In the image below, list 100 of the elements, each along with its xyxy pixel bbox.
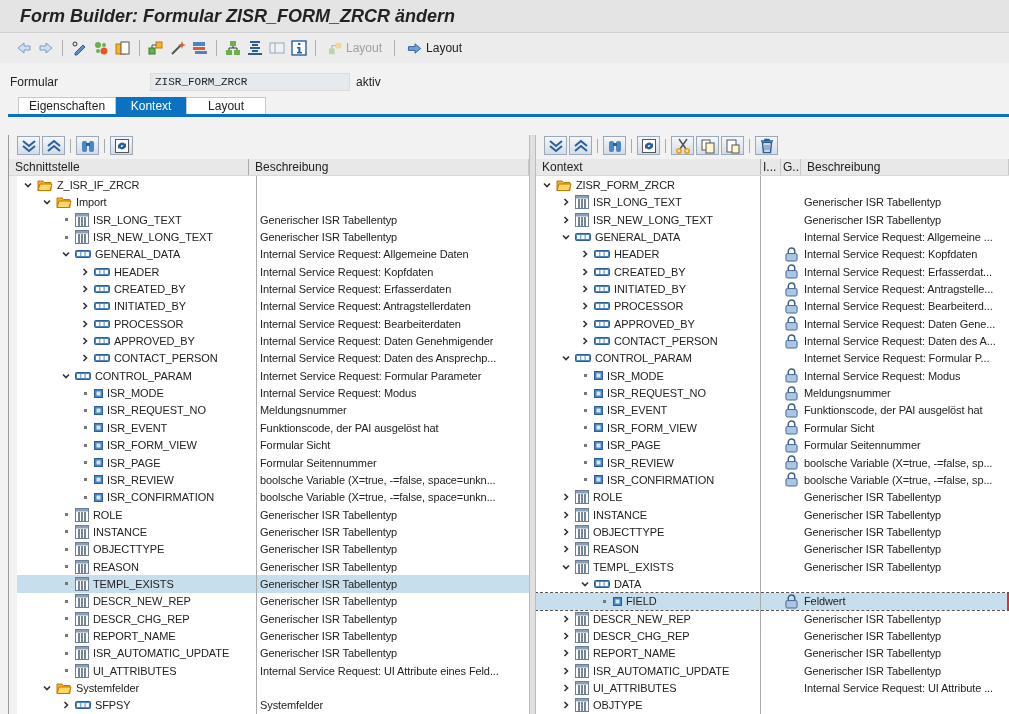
tree-row[interactable]: ISR_REVIEW boolsche Variable (X=true, -=false, space=unkn...: [17, 471, 529, 489]
expand-icon[interactable]: [561, 630, 571, 641]
tree-row[interactable]: DESCR_CHG_REP Generischer ISR Tabellentyp: [536, 627, 1009, 645]
tree-row[interactable]: ISR_CONFIRMATION boolsche Variable (X=true, -=false, space=unkn...: [17, 488, 529, 506]
tree-row[interactable]: ISR_CONFIRMATION boolsche Variable (X=true, -=false, sp...: [536, 471, 1009, 489]
expand-icon[interactable]: [80, 284, 90, 295]
tree-row[interactable]: ROLE Generischer ISR Tabellentyp: [536, 488, 1009, 506]
tree-row[interactable]: INSTANCE Generischer ISR Tabellentyp: [536, 505, 1009, 524]
tree-row[interactable]: PROCESSOR Internal Service Request: Bearbeiterdaten: [17, 315, 529, 333]
tree-row[interactable]: INSTANCE Generischer ISR Tabellentyp: [17, 523, 529, 541]
tree-row[interactable]: UI_ATTRIBUTES Internal Service Request: UI Attribute ...: [536, 679, 1009, 697]
tree-row[interactable]: CREATED_BY Internal Service Request: Erfasserdat...: [536, 263, 1009, 281]
tree-row[interactable]: ZISR_FORM_ZRCR: [536, 176, 1009, 194]
expand-icon[interactable]: [580, 318, 590, 329]
form-icon[interactable]: [192, 40, 208, 56]
activate-icon[interactable]: [93, 40, 109, 56]
tree-row[interactable]: ISR_MODE Internal Service Request: Modus: [536, 367, 1009, 385]
collapse-all-button[interactable]: [42, 136, 65, 156]
expand-icon[interactable]: [561, 526, 571, 537]
tree-row[interactable]: ISR_NEW_LONG_TEXT Generischer ISR Tabellentyp: [17, 228, 529, 246]
expand-icon[interactable]: [580, 336, 590, 347]
expand-icon[interactable]: [561, 648, 571, 659]
tree-row[interactable]: OBJECTTYPE Generischer ISR Tabellentyp: [17, 540, 529, 558]
tree-row[interactable]: INITIATED_BY Internal Service Request: Antragstelle...: [536, 280, 1009, 298]
tree-row[interactable]: ISR_AUTOMATIC_UPDATE Generischer ISR Tabellentyp: [536, 661, 1009, 680]
collapse-icon[interactable]: [42, 683, 52, 693]
expand-icon[interactable]: [561, 613, 571, 624]
tree-row[interactable]: ISR_PAGE Formular Seitennummer: [536, 436, 1009, 454]
tree-row[interactable]: ISR_LONG_TEXT Generischer ISR Tabellentyp: [536, 193, 1009, 212]
expand-icon[interactable]: [580, 249, 590, 260]
tree-row[interactable]: DESCR_NEW_REP Generischer ISR Tabellentyp: [17, 592, 529, 610]
tree-row[interactable]: ISR_MODE Internal Service Request: Modus: [17, 384, 529, 402]
expand-icon[interactable]: [80, 266, 90, 277]
wand-icon[interactable]: [170, 40, 186, 56]
expand-icon[interactable]: [561, 214, 571, 225]
expand-icon[interactable]: [80, 318, 90, 329]
tree-row[interactable]: REPORT_NAME Generischer ISR Tabellentyp: [536, 644, 1009, 662]
tree-row[interactable]: ISR_FORM_VIEW Formular Sicht: [536, 419, 1009, 437]
find-button[interactable]: [76, 136, 99, 156]
copy-button[interactable]: [696, 136, 719, 156]
expand-all-button[interactable]: [17, 136, 40, 156]
collapse-icon[interactable]: [23, 180, 33, 190]
tree-row[interactable]: CONTROL_PARAM Internet Service Request: Formular Parameter: [17, 367, 529, 385]
tree-row[interactable]: UI_ATTRIBUTES Internal Service Request: UI Attribute eines Feld...: [17, 661, 529, 680]
edit-icon[interactable]: [71, 40, 87, 56]
tree-row[interactable]: CONTACT_PERSON Internal Service Request: Daten des Ansprechp...: [17, 349, 529, 368]
tree-row[interactable]: CONTROL_PARAM Internet Service Request: Formular P...: [536, 349, 1009, 368]
collapse-all-button[interactable]: [569, 136, 592, 156]
tree-row[interactable]: CONTACT_PERSON Internal Service Request: Daten des A...: [536, 332, 1009, 350]
tree-row[interactable]: DESCR_NEW_REP Generischer ISR Tabellentyp: [536, 609, 1009, 628]
cut-button[interactable]: [671, 136, 694, 156]
tree-row[interactable]: GENERAL_DATA Internal Service Request: Allgemeine Daten: [17, 245, 529, 264]
expand-icon[interactable]: [561, 700, 571, 711]
tree-row[interactable]: INITIATED_BY Internal Service Request: Antragstellerdaten: [17, 297, 529, 316]
hierarchy-icon[interactable]: [148, 40, 164, 56]
expand-icon[interactable]: [80, 353, 90, 364]
layout-button[interactable]: Layout: [403, 40, 467, 56]
tree-row[interactable]: ISR_LONG_TEXT Generischer ISR Tabellentyp: [17, 211, 529, 229]
tab[interactable]: Kontext: [116, 97, 187, 114]
tree-row[interactable]: ISR_AUTOMATIC_UPDATE Generischer ISR Tabellentyp: [17, 644, 529, 662]
tree-row[interactable]: ISR_EVENT Funktionscode, der PAI ausgelöst hat: [536, 401, 1009, 420]
tree-row[interactable]: ISR_REQUEST_NO Meldungsnummer: [17, 401, 529, 420]
tree-row[interactable]: OBJECTTYPE Generischer ISR Tabellentyp: [536, 523, 1009, 541]
expand-icon[interactable]: [561, 509, 571, 520]
collapse-icon[interactable]: [542, 180, 552, 190]
expand-icon[interactable]: [580, 284, 590, 295]
find-button[interactable]: [603, 136, 626, 156]
paste-button[interactable]: [721, 136, 744, 156]
tree-row[interactable]: Import: [17, 193, 529, 212]
expand-icon[interactable]: [561, 197, 571, 208]
tab[interactable]: Layout: [186, 97, 267, 114]
refresh-button[interactable]: [110, 136, 133, 156]
tree-row[interactable]: HEADER Internal Service Request: Kopfdaten: [17, 263, 529, 281]
expand-icon[interactable]: [561, 492, 571, 503]
tree-row[interactable]: APPROVED_BY Internal Service Request: Daten Gene...: [536, 315, 1009, 333]
tree-row[interactable]: ISR_NEW_LONG_TEXT Generischer ISR Tabellentyp: [536, 211, 1009, 229]
expand-all-button[interactable]: [544, 136, 567, 156]
tree-row[interactable]: SFPSY Systemfelder: [17, 696, 529, 714]
tree-row[interactable]: Z_ISR_IF_ZRCR: [17, 176, 529, 194]
expand-icon[interactable]: [580, 266, 590, 277]
form-name-field[interactable]: ZISR_FORM_ZRCR: [150, 73, 350, 91]
tree-row[interactable]: ISR_FORM_VIEW Formular Sicht: [17, 436, 529, 454]
tree-row[interactable]: HEADER Internal Service Request: Kopfdaten: [536, 245, 1009, 264]
tree-row[interactable]: REPORT_NAME Generischer ISR Tabellentyp: [17, 627, 529, 645]
align-icon[interactable]: [247, 40, 263, 56]
tree-row[interactable]: CREATED_BY Internal Service Request: Erfasserdaten: [17, 280, 529, 298]
tree-row[interactable]: Systemfelder: [17, 679, 529, 697]
expand-icon[interactable]: [561, 544, 571, 555]
refresh-button[interactable]: [637, 136, 660, 156]
delete-button[interactable]: [755, 136, 778, 156]
tree-row[interactable]: APPROVED_BY Internal Service Request: Daten Genehmigender: [17, 332, 529, 350]
tree-row[interactable]: OBJTYPE: [536, 696, 1009, 714]
expand-icon[interactable]: [561, 665, 571, 676]
tree-icon[interactable]: [225, 40, 241, 56]
tree-row[interactable]: ISR_PAGE Formular Seitennummer: [17, 453, 529, 472]
expand-icon[interactable]: [80, 336, 90, 347]
tab[interactable]: Eigenschaften: [18, 97, 117, 114]
tree-row[interactable]: TEMPL_EXISTS Generischer ISR Tabellentyp: [536, 557, 1009, 576]
tree-row[interactable]: ISR_REQUEST_NO Meldungsnummer: [536, 384, 1009, 402]
expand-icon[interactable]: [61, 700, 71, 711]
